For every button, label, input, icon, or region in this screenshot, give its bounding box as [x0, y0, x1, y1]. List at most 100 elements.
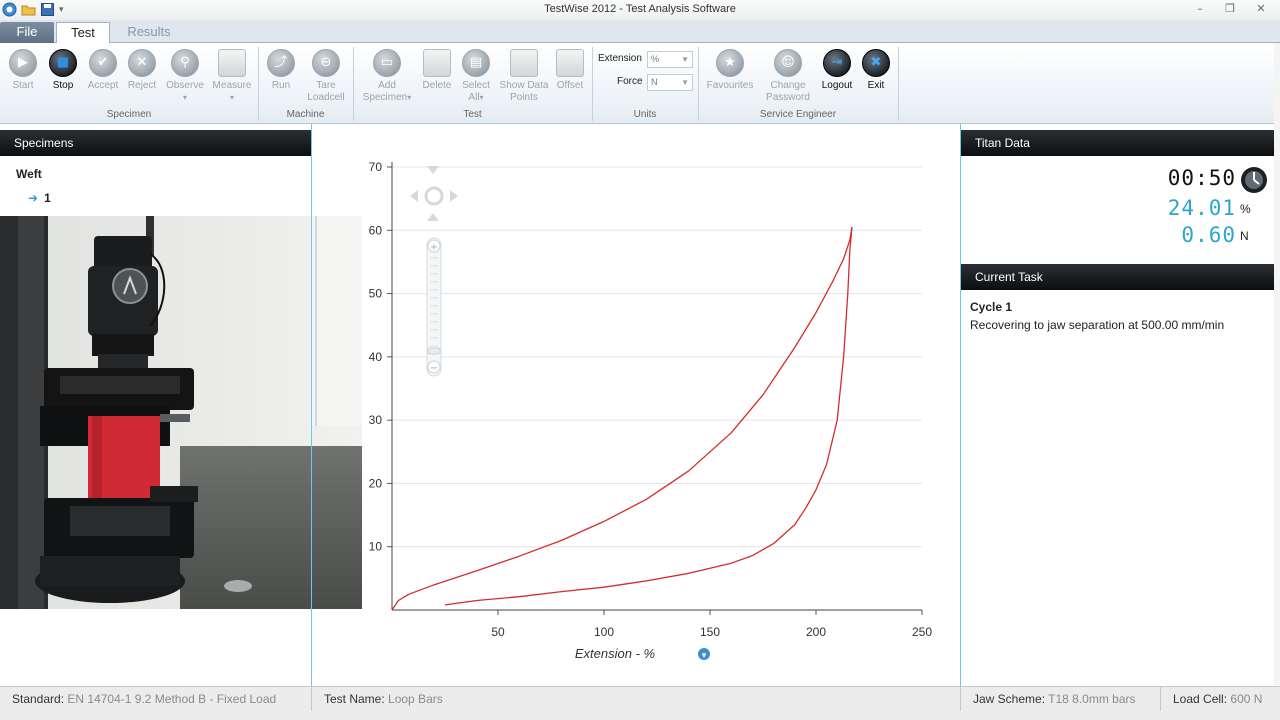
delete-button[interactable]: Delete	[418, 47, 456, 92]
select-all-button[interactable]: ▤ Select All▾	[458, 47, 494, 104]
group-label-service-engineer: Service Engineer	[759, 109, 837, 120]
extension-readout: 24.01	[1167, 196, 1236, 220]
x-tick-label: 200	[806, 625, 826, 639]
tare-icon: ⊖	[312, 49, 340, 77]
force-unit-select[interactable]: N ▼	[647, 74, 693, 91]
chevron-down-icon: ▼	[681, 55, 689, 64]
elapsed-time-readout: 00:50	[1167, 166, 1236, 190]
force-unit-label: Force	[617, 76, 643, 87]
window-title: TestWise 2012 - Test Analysis Software	[544, 3, 736, 15]
add-specimen-button[interactable]: ▭ Add Specimen▾	[360, 47, 414, 104]
current-task-header: Current Task	[961, 264, 1274, 290]
y-tick-label: 40	[369, 350, 383, 364]
group-label-specimen: Specimen	[106, 109, 152, 120]
specimens-header: Specimens	[0, 130, 311, 156]
exit-button[interactable]: ✖ Exit	[860, 47, 892, 92]
pan-center-icon[interactable]	[424, 186, 444, 206]
status-separator	[311, 687, 312, 711]
arrow-right-icon: ➜	[28, 191, 39, 205]
svg-text:+: +	[430, 242, 438, 253]
clock-icon	[1241, 167, 1267, 193]
minimize-icon[interactable]: –	[1192, 2, 1208, 16]
extension-unit: %	[1240, 202, 1251, 216]
pan-left-icon[interactable]	[410, 190, 418, 202]
measure-button[interactable]: Measure ▾	[210, 47, 254, 104]
pan-control[interactable]	[410, 166, 458, 221]
zoom-slider[interactable]: + −	[426, 237, 442, 377]
extension-unit-label: Extension	[598, 53, 642, 64]
y-tick-label: 20	[369, 476, 383, 490]
status-jaw-scheme: Jaw Scheme: T18 8.0mm bars	[973, 692, 1136, 706]
run-icon: ⤴	[267, 49, 295, 77]
task-title: Cycle 1	[970, 300, 1013, 314]
logout-button[interactable]: ⇥ Logout	[818, 47, 856, 92]
ruler-icon	[218, 49, 246, 77]
load-extension-chart[interactable]: 10 20 30 40 50 60 70 50 100 150 200 250 + − Extensi…	[312, 130, 960, 685]
run-button[interactable]: ⤴ Run	[264, 47, 298, 92]
play-icon: ▶	[9, 49, 37, 77]
data-points-icon	[510, 49, 538, 77]
unloading-curve	[444, 227, 853, 606]
force-readout: 0.60	[1181, 223, 1236, 247]
reject-button[interactable]: ✕ Reject	[124, 47, 160, 92]
observe-button[interactable]: ⚲ Observe ▾	[164, 47, 206, 104]
status-separator	[1160, 687, 1161, 711]
status-test-name: Test Name: Loop Bars	[324, 692, 443, 706]
y-tick-label: 70	[369, 160, 383, 174]
add-specimen-icon: ▭	[373, 49, 401, 77]
x-tick-label: 100	[594, 625, 614, 639]
y-tick-label: 30	[369, 413, 383, 427]
logout-icon: ⇥	[823, 49, 851, 77]
pan-up-icon[interactable]	[427, 166, 439, 174]
extension-unit-select[interactable]: % ▼	[647, 51, 693, 68]
offset-icon	[556, 49, 584, 77]
stop-icon: ■	[49, 49, 77, 77]
user-key-icon: ☺	[774, 49, 802, 77]
select-all-icon: ▤	[462, 49, 490, 77]
status-standard: Standard: EN 14704-1 9.2 Method B - Fixe…	[12, 692, 277, 706]
group-label-test: Test	[463, 109, 482, 120]
tare-loadcell-button[interactable]: ⊖ Tare Loadcell	[304, 47, 348, 104]
specimen-tree-root[interactable]: Weft	[16, 167, 42, 181]
zoom-thumb[interactable]	[427, 347, 441, 355]
change-password-button[interactable]: ☺ Change Password	[762, 47, 814, 104]
favourites-button[interactable]: ★ Favourites	[702, 47, 758, 92]
show-data-points-button[interactable]: Show Data Points	[498, 47, 550, 104]
y-tick-label: 50	[369, 287, 383, 301]
offset-button[interactable]: Offset	[552, 47, 588, 92]
ribbon-tabs: File Test Results	[0, 20, 1280, 43]
force-unit: N	[1240, 229, 1249, 243]
status-bar: Standard: EN 14704-1 9.2 Method B - Fixe…	[0, 686, 1280, 720]
svg-text:−: −	[430, 363, 438, 374]
task-description: Recovering to jaw separation at 500.00 m…	[970, 318, 1225, 332]
trash-icon	[423, 49, 451, 77]
star-icon: ★	[716, 49, 744, 77]
y-tick-label: 10	[369, 540, 383, 554]
group-separator	[898, 47, 899, 121]
title-bar: ▾ TestWise 2012 - Test Analysis Software…	[0, 0, 1280, 20]
tab-results[interactable]: Results	[116, 22, 182, 43]
group-label-machine: Machine	[286, 109, 325, 120]
y-tick-label: 60	[369, 223, 383, 237]
ribbon: ▶ Start ■ Stop ✔ Accept ✕ Reject ⚲ Obser…	[0, 43, 1280, 124]
stop-button[interactable]: ■ Stop	[46, 47, 80, 92]
chevron-down-icon: ▼	[681, 78, 689, 87]
close-icon[interactable]: ✕	[1253, 2, 1269, 16]
svg-text:▾: ▾	[702, 651, 707, 661]
loading-curve	[391, 226, 853, 611]
specimen-tree-item[interactable]: ➜ 1	[28, 191, 51, 205]
start-button[interactable]: ▶ Start	[6, 47, 40, 92]
pan-down-icon[interactable]	[427, 213, 439, 221]
restore-icon[interactable]: ❐	[1222, 2, 1238, 16]
tab-file[interactable]: File	[0, 22, 54, 43]
pan-right-icon[interactable]	[450, 190, 458, 202]
tab-test[interactable]: Test	[56, 22, 110, 43]
accept-button[interactable]: ✔ Accept	[84, 47, 122, 92]
x-axis-label: Extension - %	[575, 646, 655, 661]
group-label-units: Units	[633, 109, 657, 120]
checkmark-icon: ✔	[89, 49, 117, 77]
specimen-camera-image	[0, 216, 362, 609]
x-tick-label: 150	[700, 625, 720, 639]
window-edge	[1274, 43, 1280, 686]
exit-icon: ✖	[862, 49, 890, 77]
